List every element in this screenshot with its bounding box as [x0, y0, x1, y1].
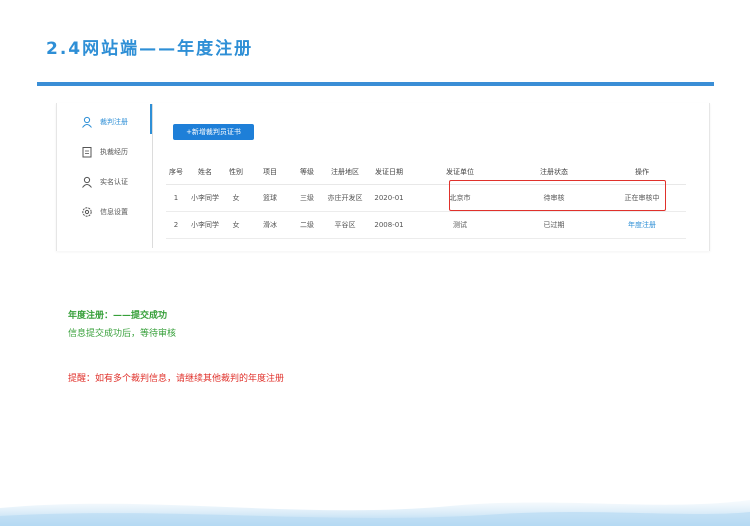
sidebar: 裁判注册 执裁经历 实名认证 信息设置 [56, 103, 154, 248]
sidebar-item-label: 信息设置 [100, 208, 128, 216]
table-cell: 小李同学 [191, 221, 219, 229]
table-cell: 二级 [300, 221, 314, 229]
user-icon [80, 115, 94, 129]
table-cell: 三级 [300, 194, 314, 202]
table-cell: 1 [173, 194, 179, 202]
table-cell: 女 [232, 221, 240, 229]
column-header: 姓名 [198, 168, 212, 176]
sidebar-divider [152, 104, 153, 248]
annual-registration-link[interactable]: 年度注册 [598, 212, 686, 239]
sidebar-item-label: 裁判注册 [100, 118, 128, 126]
table-cell: 滑冰 [263, 221, 277, 229]
note-reminder: 提醒：如有多个裁判信息，请继续其他裁判的年度注册 [68, 374, 285, 384]
note-success-heading: 年度注册：——提交成功 [68, 311, 168, 321]
sidebar-item-label: 实名认证 [100, 178, 128, 186]
column-header: 注册地区 [331, 168, 359, 176]
sidebar-item-settings[interactable]: 信息设置 [56, 197, 154, 227]
user-icon [80, 175, 94, 189]
table-cell: 女 [232, 194, 240, 202]
sidebar-item-real-name-auth[interactable]: 实名认证 [56, 167, 154, 197]
column-header: 项目 [263, 168, 277, 176]
gear-icon [80, 205, 94, 219]
table-cell: 亦庄开发区 [327, 194, 363, 202]
highlight-box [449, 180, 666, 211]
column-header: 发证日期 [375, 168, 403, 176]
status-cell: 已过期 [543, 221, 565, 229]
column-header: 等级 [300, 168, 314, 176]
add-certificate-button[interactable]: +新增裁判员证书 [173, 124, 254, 140]
note-success-detail: 信息提交成功后，等待审核 [68, 329, 177, 339]
table-cell: 测试 [453, 221, 467, 229]
table-cell: 2020-01 [374, 194, 404, 202]
decorative-wave [0, 500, 750, 526]
table-cell: 2 [173, 221, 179, 229]
sidebar-item-referee-registration[interactable]: 裁判注册 [56, 107, 154, 137]
table-cell: 小李同学 [191, 194, 219, 202]
table-cell: 平谷区 [334, 221, 356, 229]
table-cell: 2008-01 [374, 221, 404, 229]
title-divider [37, 82, 714, 86]
clipboard-icon [80, 145, 94, 159]
table-cell: 篮球 [263, 194, 277, 202]
slide-title: 2.4网站端——年度注册 [46, 39, 254, 59]
sidebar-item-officiating-history[interactable]: 执裁经历 [56, 137, 154, 167]
sidebar-item-label: 执裁经历 [100, 148, 128, 156]
table-row: 2 小李同学 女 滑冰 二级 平谷区 2008-01 测试 已过期 年度注册 [166, 212, 686, 239]
column-header: 性别 [229, 168, 243, 176]
column-header: 序号 [169, 168, 183, 176]
